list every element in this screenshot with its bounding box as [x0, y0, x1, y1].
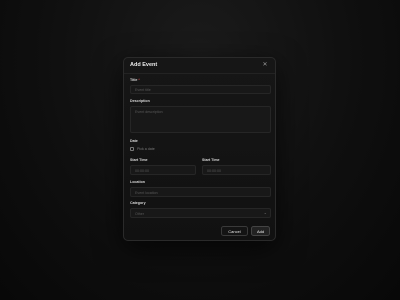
title-input[interactable]: Event title: [130, 85, 271, 94]
title-placeholder: Event title: [135, 88, 151, 92]
cancel-button[interactable]: Cancel: [221, 226, 248, 236]
start-time-input[interactable]: 00:00:00: [130, 165, 196, 175]
location-label: Location: [130, 180, 145, 184]
close-icon[interactable]: ✕: [261, 61, 269, 69]
start-time-placeholder: 00:00:00: [135, 168, 149, 173]
end-time-input[interactable]: 00:00:00: [202, 165, 271, 175]
dialog-title: Add Event: [130, 62, 158, 68]
add-event-dialog: Add Event ✕ Title * Event title Descript…: [123, 57, 276, 241]
calendar-icon: [130, 147, 134, 151]
start-time-label: Start Time: [130, 158, 148, 162]
date-picker-text: Pick a date: [137, 146, 155, 151]
category-selected-value: Other: [135, 211, 144, 216]
description-textarea[interactable]: Event description: [130, 106, 271, 133]
location-placeholder: Event location: [135, 190, 158, 195]
add-button[interactable]: Add: [251, 226, 270, 236]
title-label: Title *: [130, 78, 140, 82]
description-placeholder: Event description: [135, 110, 163, 114]
description-label: Description: [130, 99, 150, 103]
category-select[interactable]: Other ⌄: [130, 208, 271, 218]
chevron-down-icon: ⌄: [263, 210, 267, 215]
category-label: Category: [130, 201, 146, 205]
date-label: Date: [130, 139, 138, 143]
location-input[interactable]: Event location: [130, 187, 271, 197]
end-time-placeholder: 00:00:00: [207, 168, 221, 173]
date-picker[interactable]: Pick a date: [130, 146, 220, 153]
dialog-header: Add Event ✕: [124, 58, 275, 74]
end-time-label: Start Time: [202, 158, 220, 162]
